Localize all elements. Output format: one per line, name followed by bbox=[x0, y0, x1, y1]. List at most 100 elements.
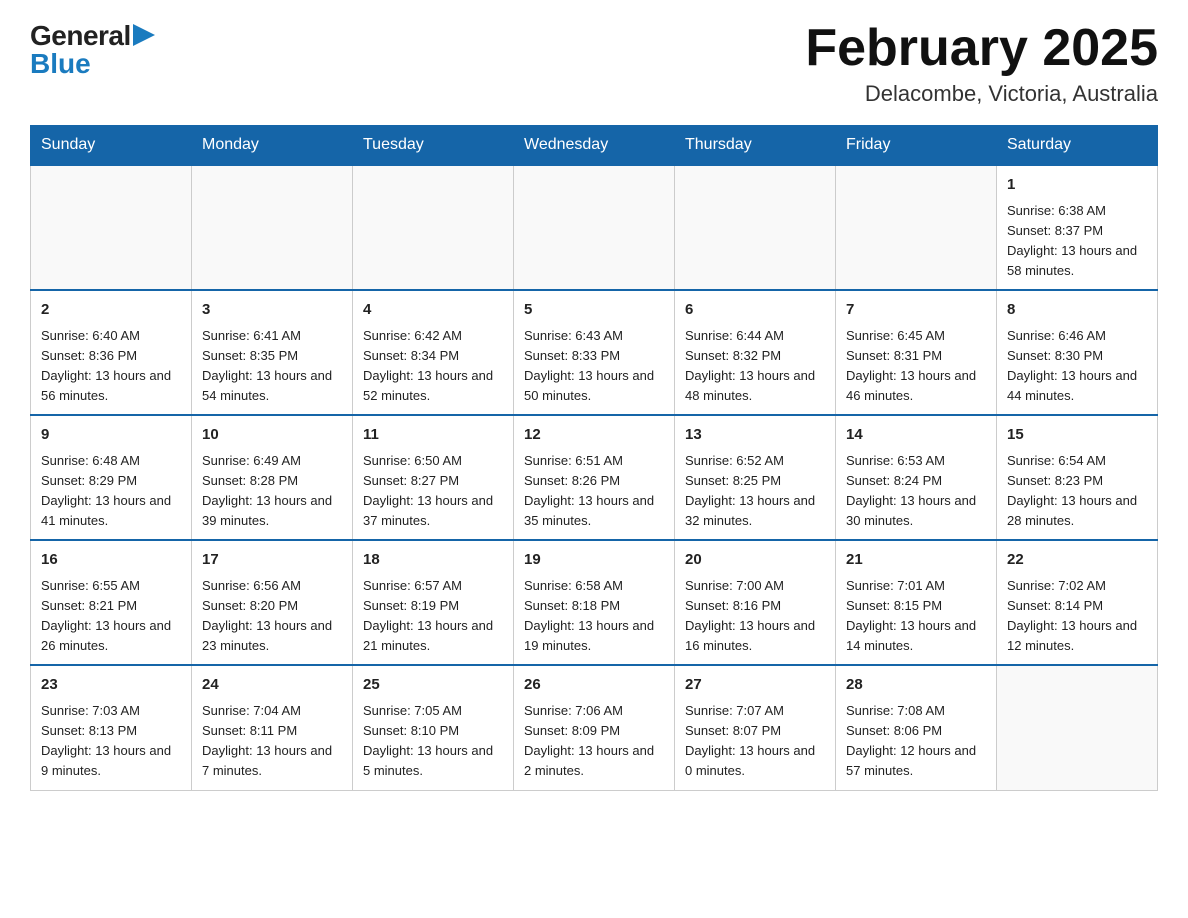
calendar-cell: 17 Sunrise: 6:56 AM Sunset: 8:20 PM Dayli… bbox=[192, 540, 353, 665]
day-number: 21 bbox=[846, 549, 986, 572]
day-number: 28 bbox=[846, 674, 986, 697]
calendar-cell bbox=[31, 165, 192, 290]
day-info: Sunrise: 6:41 AM Sunset: 8:35 PM Dayligh… bbox=[202, 328, 332, 403]
day-number: 26 bbox=[524, 674, 664, 697]
day-number: 22 bbox=[1007, 549, 1147, 572]
logo-flag-icon bbox=[133, 24, 155, 46]
day-number: 6 bbox=[685, 299, 825, 322]
calendar-cell: 5 Sunrise: 6:43 AM Sunset: 8:33 PM Daylig… bbox=[514, 290, 675, 415]
calendar-cell: 12 Sunrise: 6:51 AM Sunset: 8:26 PM Dayli… bbox=[514, 415, 675, 540]
calendar-cell bbox=[192, 165, 353, 290]
calendar-cell bbox=[836, 165, 997, 290]
day-number: 14 bbox=[846, 424, 986, 447]
day-number: 24 bbox=[202, 674, 342, 697]
day-info: Sunrise: 6:57 AM Sunset: 8:19 PM Dayligh… bbox=[363, 578, 493, 653]
calendar-cell: 19Sunrise: 6:58 AM Sunset: 8:18 PM Dayli… bbox=[514, 540, 675, 665]
calendar-cell: 20Sunrise: 7:00 AM Sunset: 8:16 PM Dayli… bbox=[675, 540, 836, 665]
day-info: Sunrise: 6:52 AM Sunset: 8:25 PM Dayligh… bbox=[685, 453, 815, 528]
calendar-cell: 1 Sunrise: 6:38 AM Sunset: 8:37 PM Daylig… bbox=[997, 165, 1158, 290]
calendar-title-block: February 2025 Delacombe, Victoria, Austr… bbox=[805, 20, 1158, 107]
calendar-subtitle: Delacombe, Victoria, Australia bbox=[805, 81, 1158, 107]
day-info: Sunrise: 6:51 AM Sunset: 8:26 PM Dayligh… bbox=[524, 453, 654, 528]
calendar-week-row: 2 Sunrise: 6:40 AM Sunset: 8:36 PM Daylig… bbox=[31, 290, 1158, 415]
calendar-cell bbox=[514, 165, 675, 290]
logo: General Blue bbox=[30, 20, 155, 80]
day-info: Sunrise: 7:03 AM Sunset: 8:13 PM Dayligh… bbox=[41, 703, 171, 778]
day-number: 19 bbox=[524, 549, 664, 572]
day-number: 12 bbox=[524, 424, 664, 447]
calendar-week-row: 9Sunrise: 6:48 AM Sunset: 8:29 PM Daylig… bbox=[31, 415, 1158, 540]
calendar-cell: 3 Sunrise: 6:41 AM Sunset: 8:35 PM Daylig… bbox=[192, 290, 353, 415]
day-number: 7 bbox=[846, 299, 986, 322]
day-info: Sunrise: 7:02 AM Sunset: 8:14 PM Dayligh… bbox=[1007, 578, 1137, 653]
day-info: Sunrise: 6:45 AM Sunset: 8:31 PM Dayligh… bbox=[846, 328, 976, 403]
day-number: 8 bbox=[1007, 299, 1147, 322]
calendar-day-header: Thursday bbox=[675, 126, 836, 166]
calendar-cell: 27 Sunrise: 7:07 AM Sunset: 8:07 PM Dayli… bbox=[675, 665, 836, 790]
calendar-week-row: 23Sunrise: 7:03 AM Sunset: 8:13 PM Dayli… bbox=[31, 665, 1158, 790]
calendar-cell: 16 Sunrise: 6:55 AM Sunset: 8:21 PM Dayli… bbox=[31, 540, 192, 665]
calendar-cell: 9Sunrise: 6:48 AM Sunset: 8:29 PM Daylig… bbox=[31, 415, 192, 540]
day-number: 18 bbox=[363, 549, 503, 572]
calendar-day-header: Sunday bbox=[31, 126, 192, 166]
calendar-day-header: Saturday bbox=[997, 126, 1158, 166]
day-number: 10 bbox=[202, 424, 342, 447]
calendar-day-header: Friday bbox=[836, 126, 997, 166]
calendar-cell: 2 Sunrise: 6:40 AM Sunset: 8:36 PM Daylig… bbox=[31, 290, 192, 415]
calendar-cell: 28 Sunrise: 7:08 AM Sunset: 8:06 PM Dayli… bbox=[836, 665, 997, 790]
calendar-day-header: Monday bbox=[192, 126, 353, 166]
page-header: General Blue February 2025 Delacombe, Vi… bbox=[30, 20, 1158, 107]
calendar-cell: 7 Sunrise: 6:45 AM Sunset: 8:31 PM Daylig… bbox=[836, 290, 997, 415]
day-number: 11 bbox=[363, 424, 503, 447]
day-info: Sunrise: 6:53 AM Sunset: 8:24 PM Dayligh… bbox=[846, 453, 976, 528]
day-info: Sunrise: 6:46 AM Sunset: 8:30 PM Dayligh… bbox=[1007, 328, 1137, 403]
day-info: Sunrise: 6:43 AM Sunset: 8:33 PM Dayligh… bbox=[524, 328, 654, 403]
day-info: Sunrise: 6:38 AM Sunset: 8:37 PM Dayligh… bbox=[1007, 203, 1137, 278]
calendar-cell: 25 Sunrise: 7:05 AM Sunset: 8:10 PM Dayli… bbox=[353, 665, 514, 790]
calendar-day-header: Wednesday bbox=[514, 126, 675, 166]
day-info: Sunrise: 6:56 AM Sunset: 8:20 PM Dayligh… bbox=[202, 578, 332, 653]
calendar-title: February 2025 bbox=[805, 20, 1158, 77]
calendar-cell bbox=[997, 665, 1158, 790]
calendar-header-row: SundayMondayTuesdayWednesdayThursdayFrid… bbox=[31, 126, 1158, 166]
day-info: Sunrise: 7:04 AM Sunset: 8:11 PM Dayligh… bbox=[202, 703, 332, 778]
calendar-cell: 14 Sunrise: 6:53 AM Sunset: 8:24 PM Dayli… bbox=[836, 415, 997, 540]
day-info: Sunrise: 6:54 AM Sunset: 8:23 PM Dayligh… bbox=[1007, 453, 1137, 528]
day-info: Sunrise: 7:06 AM Sunset: 8:09 PM Dayligh… bbox=[524, 703, 654, 778]
day-number: 3 bbox=[202, 299, 342, 322]
day-number: 4 bbox=[363, 299, 503, 322]
day-number: 1 bbox=[1007, 174, 1147, 197]
day-info: Sunrise: 6:40 AM Sunset: 8:36 PM Dayligh… bbox=[41, 328, 171, 403]
day-info: Sunrise: 6:42 AM Sunset: 8:34 PM Dayligh… bbox=[363, 328, 493, 403]
calendar-day-header: Tuesday bbox=[353, 126, 514, 166]
calendar-cell: 23Sunrise: 7:03 AM Sunset: 8:13 PM Dayli… bbox=[31, 665, 192, 790]
calendar-cell: 4 Sunrise: 6:42 AM Sunset: 8:34 PM Daylig… bbox=[353, 290, 514, 415]
day-number: 5 bbox=[524, 299, 664, 322]
day-number: 25 bbox=[363, 674, 503, 697]
calendar-cell bbox=[353, 165, 514, 290]
day-number: 17 bbox=[202, 549, 342, 572]
day-number: 20 bbox=[685, 549, 825, 572]
day-info: Sunrise: 7:07 AM Sunset: 8:07 PM Dayligh… bbox=[685, 703, 815, 778]
day-info: Sunrise: 6:55 AM Sunset: 8:21 PM Dayligh… bbox=[41, 578, 171, 653]
day-info: Sunrise: 6:50 AM Sunset: 8:27 PM Dayligh… bbox=[363, 453, 493, 528]
day-info: Sunrise: 7:08 AM Sunset: 8:06 PM Dayligh… bbox=[846, 703, 976, 778]
calendar-cell bbox=[675, 165, 836, 290]
calendar-week-row: 16 Sunrise: 6:55 AM Sunset: 8:21 PM Dayli… bbox=[31, 540, 1158, 665]
day-info: Sunrise: 6:49 AM Sunset: 8:28 PM Dayligh… bbox=[202, 453, 332, 528]
logo-blue-text: Blue bbox=[30, 48, 91, 80]
calendar-cell: 13Sunrise: 6:52 AM Sunset: 8:25 PM Dayli… bbox=[675, 415, 836, 540]
calendar-cell: 6 Sunrise: 6:44 AM Sunset: 8:32 PM Daylig… bbox=[675, 290, 836, 415]
day-number: 27 bbox=[685, 674, 825, 697]
day-number: 2 bbox=[41, 299, 181, 322]
calendar-cell: 21Sunrise: 7:01 AM Sunset: 8:15 PM Dayli… bbox=[836, 540, 997, 665]
day-info: Sunrise: 7:05 AM Sunset: 8:10 PM Dayligh… bbox=[363, 703, 493, 778]
calendar-week-row: 1 Sunrise: 6:38 AM Sunset: 8:37 PM Daylig… bbox=[31, 165, 1158, 290]
calendar-cell: 26 Sunrise: 7:06 AM Sunset: 8:09 PM Dayli… bbox=[514, 665, 675, 790]
day-number: 9 bbox=[41, 424, 181, 447]
day-number: 15 bbox=[1007, 424, 1147, 447]
day-number: 16 bbox=[41, 549, 181, 572]
calendar-cell: 11 Sunrise: 6:50 AM Sunset: 8:27 PM Dayli… bbox=[353, 415, 514, 540]
calendar-cell: 22 Sunrise: 7:02 AM Sunset: 8:14 PM Dayli… bbox=[997, 540, 1158, 665]
day-info: Sunrise: 6:44 AM Sunset: 8:32 PM Dayligh… bbox=[685, 328, 815, 403]
